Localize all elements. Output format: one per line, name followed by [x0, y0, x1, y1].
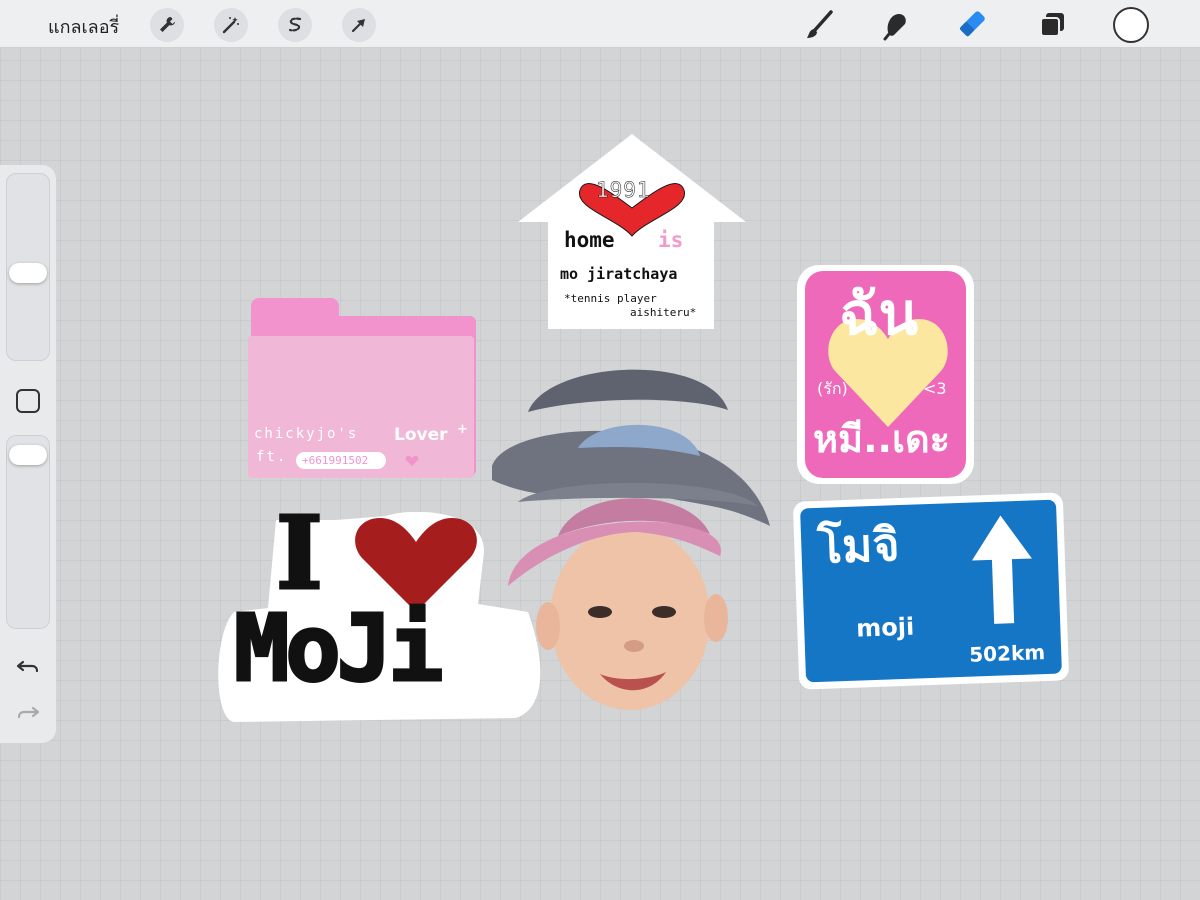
smudge-button[interactable] [876, 6, 916, 44]
plus-icon: + [457, 422, 468, 437]
adjustments-button[interactable] [214, 8, 248, 42]
eraser-icon [959, 11, 985, 37]
road-sign-sticker[interactable]: โมจิ moji 502km [792, 492, 1070, 690]
layers-icon [1040, 13, 1064, 37]
house-is-text: is [658, 228, 684, 252]
up-arrow-icon [971, 515, 1032, 624]
smudge-icon [883, 14, 906, 41]
road-sign-thai-text: โมจิ [816, 517, 901, 574]
road-sign-en-text: moji [855, 612, 915, 643]
brush-icon [807, 10, 833, 38]
house-line4: aishiteru* [630, 306, 697, 319]
folder-phone-text: +661991502 [296, 452, 387, 469]
brush-size-thumb[interactable] [9, 263, 47, 283]
layers-button[interactable] [1032, 6, 1072, 44]
pink-card-mark-text: <3 [923, 379, 947, 398]
heart-icon [405, 456, 419, 466]
house-line3: *tennis player [564, 292, 657, 305]
house-name-text: mo jiratchaya [560, 265, 678, 283]
pink-card-top-text: ฉัน [839, 280, 919, 348]
house-home-text: home [564, 228, 615, 252]
top-toolbar: แกลเลอรี่ [0, 0, 1200, 48]
baby-hats-sticker[interactable] [488, 356, 776, 716]
selection-icon [288, 17, 302, 32]
folder-sticker[interactable]: chickyjo's Lover + ft. +661991502 [248, 298, 476, 478]
opacity-thumb[interactable] [9, 445, 47, 465]
baby-hats-image [492, 369, 770, 710]
transform-button[interactable] [342, 8, 376, 42]
folder-name-text: chickyjo's [254, 426, 359, 442]
folder-ft-text: ft. [256, 449, 288, 465]
undo-icon[interactable] [14, 653, 42, 681]
house-year: 1991 [596, 178, 651, 203]
moji-text: MoJi [233, 595, 446, 702]
pink-card-rak-text: (รัก) [817, 379, 848, 398]
i-letter: I [275, 494, 325, 612]
house-sticker[interactable]: 1991 home is mo jiratchaya *tennis playe… [516, 132, 748, 332]
wrench-icon [160, 17, 175, 32]
color-picker-button[interactable] [1113, 7, 1149, 43]
road-sign-bg: โมจิ moji 502km [800, 499, 1062, 683]
road-sign-distance: 502km [968, 640, 1046, 667]
pink-card-bottom-text: หมี..เดะ [813, 417, 951, 461]
pink-card-bg: ฉัน (รัก) <3 หมี..เดะ [805, 271, 966, 478]
selection-button[interactable] [278, 8, 312, 42]
actions-button[interactable] [150, 8, 184, 42]
left-sidebar [0, 165, 56, 743]
redo-icon[interactable] [14, 699, 42, 727]
brush-button[interactable] [800, 6, 840, 44]
pink-card-sticker[interactable]: ฉัน (รัก) <3 หมี..เดะ [797, 265, 974, 484]
eraser-button[interactable] [954, 6, 994, 44]
gallery-button[interactable]: แกลเลอรี่ [48, 12, 119, 41]
magic-wand-icon [222, 17, 239, 34]
folder-lover-text: Lover [394, 425, 448, 445]
modify-button[interactable] [16, 389, 40, 413]
transform-arrow-icon [351, 19, 365, 33]
